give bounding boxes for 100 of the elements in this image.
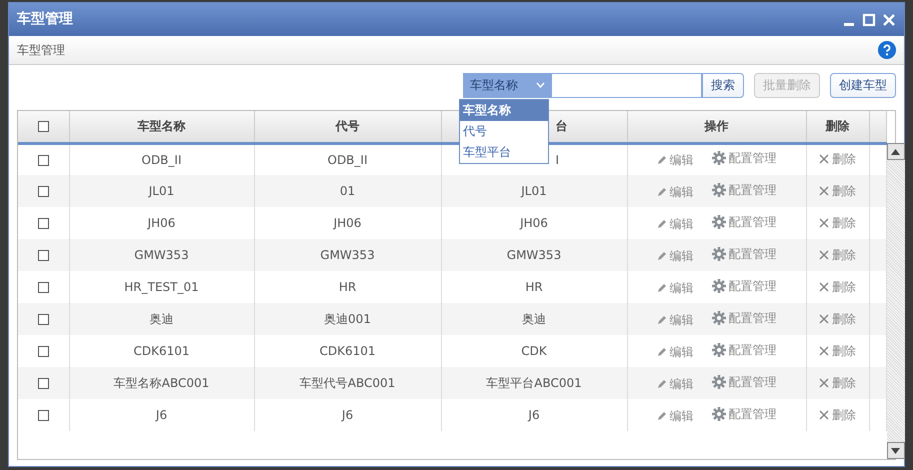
edit-link[interactable]: 编辑 xyxy=(656,406,694,424)
delete-link[interactable]: 删除 xyxy=(819,150,856,168)
config-link[interactable]: 配置管理 xyxy=(712,276,776,294)
edit-link[interactable]: 编辑 xyxy=(656,310,694,328)
window-title: 车型管理 xyxy=(17,10,73,29)
checkbox[interactable] xyxy=(38,282,49,294)
pencil-icon xyxy=(656,250,666,260)
edit-link[interactable]: 编辑 xyxy=(656,214,694,232)
close-icon xyxy=(819,218,829,228)
config-link[interactable]: 配置管理 xyxy=(712,149,776,168)
checkbox[interactable] xyxy=(38,410,49,422)
dropdown-option[interactable]: 车型名称 xyxy=(460,100,548,121)
table-cell: JH06 xyxy=(520,216,548,230)
scrollbar[interactable] xyxy=(886,143,904,459)
gear-icon xyxy=(712,246,726,260)
table-cell: HR xyxy=(525,280,543,294)
table-cell: GMW353 xyxy=(134,248,189,262)
checkbox[interactable] xyxy=(38,346,49,358)
edit-link[interactable]: 编辑 xyxy=(656,151,694,170)
table-cell: I xyxy=(556,152,560,167)
table-cell: GMW353 xyxy=(506,248,562,262)
gear-icon xyxy=(712,214,726,228)
close-icon xyxy=(819,410,829,420)
dropdown-option[interactable]: 代号 xyxy=(460,121,548,142)
table-cell: J6 xyxy=(156,408,168,422)
pencil-icon xyxy=(656,346,666,356)
close-icon xyxy=(819,282,829,292)
table-cell: 奥迪001 xyxy=(324,312,371,326)
field-select[interactable]: 车型名称 xyxy=(463,72,552,98)
gear-icon xyxy=(712,342,726,356)
table-cell: J6 xyxy=(342,408,354,422)
checkbox[interactable] xyxy=(38,250,49,262)
pencil-icon xyxy=(656,186,666,196)
edit-link[interactable]: 编辑 xyxy=(656,246,694,264)
table-cell: 车型平台ABC001 xyxy=(486,376,582,390)
gear-icon xyxy=(712,278,726,292)
gear-icon xyxy=(712,182,726,196)
search-field[interactable] xyxy=(552,72,702,98)
gear-icon xyxy=(712,406,726,420)
table-cell: HR_TEST_01 xyxy=(124,280,199,294)
table-cell: GMW353 xyxy=(320,248,375,262)
edit-link[interactable]: 编辑 xyxy=(656,342,694,360)
close-icon xyxy=(819,378,829,388)
breadcrumb: 车型管理 xyxy=(17,42,65,59)
column-header: 车型名称 xyxy=(69,111,254,143)
column-header: 代号 xyxy=(254,111,441,143)
config-link[interactable]: 配置管理 xyxy=(712,308,776,326)
table-cell: 车型代号ABC001 xyxy=(300,376,396,390)
config-link[interactable]: 配置管理 xyxy=(712,244,776,262)
table-cell: 01 xyxy=(340,184,356,198)
delete-link[interactable]: 删除 xyxy=(819,342,856,360)
config-link[interactable]: 配置管理 xyxy=(712,340,776,358)
table-cell: 车型名称ABC001 xyxy=(114,376,210,390)
edit-link[interactable]: 编辑 xyxy=(656,182,694,200)
dropdown-option[interactable]: 车型平台 xyxy=(460,142,548,163)
table-cell: 奥迪 xyxy=(522,312,546,326)
gear-icon xyxy=(712,374,726,388)
search-button[interactable]: 搜索 xyxy=(702,72,744,98)
table-cell: 奥迪 xyxy=(150,312,174,326)
column-header: 删除 xyxy=(806,111,869,143)
table-cell: JH06 xyxy=(334,216,362,230)
pencil-icon xyxy=(656,218,666,228)
edit-link[interactable]: 编辑 xyxy=(656,278,694,296)
gear-icon xyxy=(712,151,726,166)
table-cell: JL01 xyxy=(148,184,174,198)
pencil-icon xyxy=(656,314,666,324)
checkbox[interactable] xyxy=(38,378,49,390)
config-link[interactable]: 配置管理 xyxy=(712,372,776,390)
checkbox[interactable] xyxy=(38,154,49,166)
close-icon xyxy=(819,250,829,260)
close-icon xyxy=(819,314,829,324)
table-cell: JH06 xyxy=(148,216,176,230)
table-cell: ODB_II xyxy=(142,152,182,167)
close-icon xyxy=(819,346,829,356)
checkbox[interactable] xyxy=(38,186,49,198)
close-icon xyxy=(819,186,829,196)
table-cell: JL01 xyxy=(521,184,547,198)
delete-link[interactable]: 删除 xyxy=(819,214,856,232)
checkbox[interactable] xyxy=(38,218,49,230)
config-link[interactable]: 配置管理 xyxy=(712,180,776,198)
pencil-icon xyxy=(656,378,666,388)
pencil-icon xyxy=(656,282,666,292)
checkbox[interactable] xyxy=(38,314,49,326)
maximize-icon[interactable] xyxy=(862,12,876,26)
config-link[interactable]: 配置管理 xyxy=(712,404,776,422)
table-cell: CDK6101 xyxy=(319,344,376,358)
table-cell: CDK6101 xyxy=(133,344,190,358)
delete-link[interactable]: 删除 xyxy=(819,406,856,424)
scroll-up-icon[interactable] xyxy=(891,148,900,154)
checkbox[interactable] xyxy=(38,121,49,132)
scroll-down-icon[interactable] xyxy=(891,448,900,454)
delete-link[interactable]: 删除 xyxy=(819,278,856,296)
table-cell: CDK xyxy=(521,344,547,358)
edit-link[interactable]: 编辑 xyxy=(656,374,694,392)
config-link[interactable]: 配置管理 xyxy=(712,212,776,230)
gear-icon xyxy=(712,310,726,324)
close-icon[interactable] xyxy=(882,12,896,26)
help-icon[interactable] xyxy=(878,41,896,59)
table-cell: HR xyxy=(338,280,356,294)
create-button[interactable]: 创建车型 xyxy=(830,72,896,98)
